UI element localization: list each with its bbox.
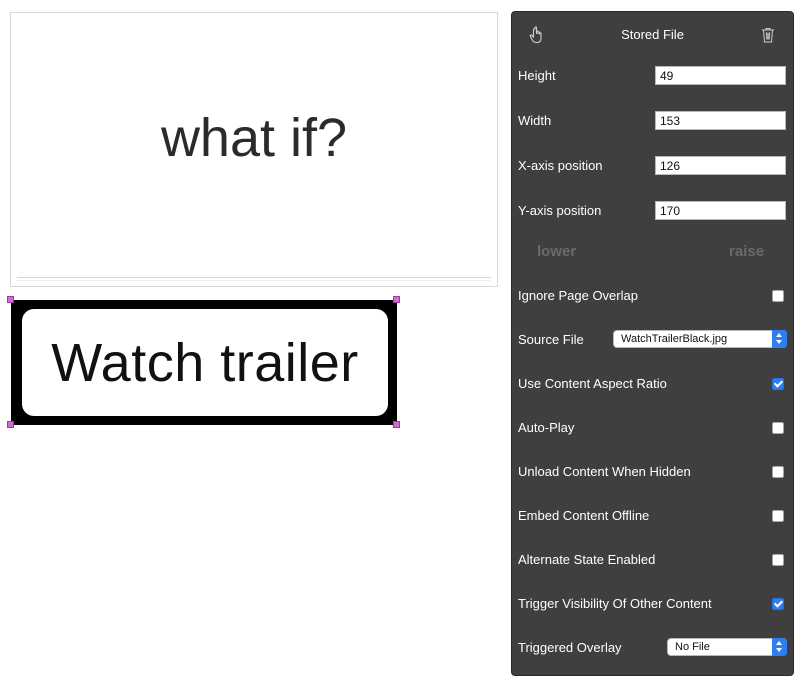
resize-handle-bottom-right[interactable] [393,421,400,428]
divider [17,277,491,278]
watch-trailer-image[interactable]: Watch trailer [11,300,397,425]
embed-content-checkbox[interactable] [772,510,784,522]
inspector-panel: Stored File Height Width X-axis position… [511,11,794,676]
resize-handle-bottom-left[interactable] [7,421,14,428]
trigger-visibility-label: Trigger Visibility Of Other Content [518,596,712,611]
triggered-overlay-select[interactable]: No File [667,638,787,656]
width-label: Width [518,113,552,128]
trigger-visibility-checkbox[interactable] [772,598,784,610]
source-file-select[interactable]: WatchTrailerBlack.jpg [613,330,787,348]
panel-title: Stored File [621,27,684,42]
trailer-text: Watch trailer [51,332,359,393]
raise-button[interactable]: raise [729,243,764,260]
y-position-field[interactable] [655,201,786,220]
triggered-overlay-value: No File [675,641,710,653]
resize-handle-top-right[interactable] [393,296,400,303]
trash-icon[interactable] [761,27,775,43]
auto-play-label: Auto-Play [518,420,575,435]
source-file-value: WatchTrailerBlack.jpg [621,333,728,345]
height-field[interactable] [655,66,786,85]
ignore-page-overlap-label: Ignore Page Overlap [518,288,638,303]
divider [17,280,491,281]
unload-content-label: Unload Content When Hidden [518,464,691,479]
alternate-state-checkbox[interactable] [772,554,784,566]
ignore-page-overlap-checkbox[interactable] [772,290,784,302]
height-label: Height [518,68,556,83]
headline-text: what if? [160,108,348,168]
x-position-label: X-axis position [518,158,603,173]
width-field[interactable] [655,111,786,130]
alternate-state-label: Alternate State Enabled [518,552,656,567]
chevron-up-down-icon [772,638,787,656]
lower-button[interactable]: lower [537,243,576,260]
resize-handle-top-left[interactable] [7,296,14,303]
chevron-up-down-icon [772,330,787,348]
triggered-overlay-label: Triggered Overlay [518,640,622,655]
panel-header: Stored File [512,12,793,58]
y-position-label: Y-axis position [518,203,602,218]
content-aspect-ratio-label: Use Content Aspect Ratio [518,376,667,391]
trailer-button-graphic: Watch trailer [22,309,388,416]
content-aspect-ratio-checkbox[interactable] [772,378,784,390]
auto-play-checkbox[interactable] [772,422,784,434]
embed-content-label: Embed Content Offline [518,508,650,523]
source-file-label: Source File [518,332,584,347]
page-preview[interactable]: what if? [10,12,498,287]
x-position-field[interactable] [655,156,786,175]
unload-content-checkbox[interactable] [772,466,784,478]
